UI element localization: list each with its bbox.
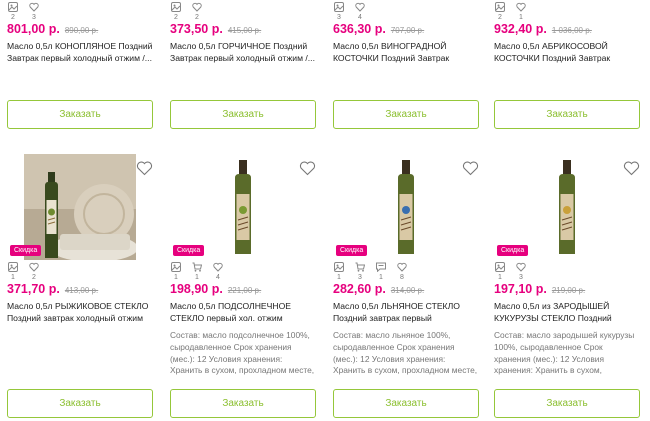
- photo-icon: [495, 2, 505, 12]
- price-block: 198,90 р. 221,00 р.: [170, 282, 316, 300]
- photo-icon: [495, 262, 505, 272]
- favorite-icon[interactable]: [623, 160, 640, 176]
- product-title[interactable]: Масло 0,5л ВИНОГРАДНОЙ КОСТОЧКИ Поздний …: [333, 40, 479, 64]
- product-stats: 3 4: [333, 2, 479, 22]
- product-description: Состав: масло подсолнечное 100%, сыродав…: [170, 330, 315, 376]
- product-image-area[interactable]: Скидка: [333, 152, 479, 262]
- old-price: 415,00 р.: [227, 26, 262, 35]
- heart-icon[interactable]: [397, 262, 407, 272]
- product-title[interactable]: Масло 0,5л ГОРЧИЧНОЕ Поздний Завтрак пер…: [170, 40, 316, 64]
- product-card: Скидка 1 1 4 198,90 р. 221,00 р. Масло 0,…: [170, 152, 316, 418]
- price: 371,70 р.: [7, 282, 60, 296]
- order-button[interactable]: Заказать: [170, 100, 316, 129]
- price: 932,40 р.: [494, 22, 547, 36]
- product-card: Скидка 1 3 197,10 р. 219,00 р. Масло 0,5л…: [494, 152, 640, 418]
- product-description: Состав: масло зародышей кукурузы 100%, с…: [494, 330, 635, 376]
- product-photo[interactable]: [187, 154, 299, 260]
- price: 282,60 р.: [333, 282, 386, 296]
- photo-icon: [334, 2, 344, 12]
- product-card: Скидка 1 2 371,70 р. 413,00 р. Масло 0,5л…: [7, 152, 153, 418]
- heart-icon[interactable]: [29, 2, 39, 12]
- product-title[interactable]: Масло 0,5л из ЗАРОДЫШЕЙ КУКУРУЗЫ СТЕКЛО …: [494, 300, 640, 324]
- discount-badge: Скидка: [10, 245, 42, 256]
- photo-icon: [334, 262, 344, 272]
- heart-icon[interactable]: [355, 2, 365, 12]
- price: 636,30 р.: [333, 22, 386, 36]
- price-block: 197,10 р. 219,00 р.: [494, 282, 640, 300]
- price-block: 801,00 р. 890,00 р.: [7, 22, 153, 40]
- price: 198,90 р.: [170, 282, 223, 296]
- cart-icon: [355, 262, 365, 272]
- product-stats: 1 3 1 8: [333, 262, 479, 282]
- old-price: 221,00 р.: [227, 286, 262, 295]
- product-card: 2 3 801,00 р. 890,00 р. Масло 0,5л КОНОПЛ…: [7, 2, 153, 129]
- product-card: 3 4 636,30 р. 707,00 р. Масло 0,5л ВИНОГР…: [333, 2, 479, 129]
- product-image-area[interactable]: Скидка: [170, 152, 316, 262]
- favorite-icon[interactable]: [462, 160, 479, 176]
- order-button[interactable]: Заказать: [7, 100, 153, 129]
- product-stats: 2 2: [170, 2, 316, 22]
- product-title[interactable]: Масло 0,5л ЛЬНЯНОЕ СТЕКЛО Поздний завтра…: [333, 300, 479, 324]
- photo-icon: [171, 2, 181, 12]
- product-title[interactable]: Масло 0,5л КОНОПЛЯНОЕ Поздний Завтрак пе…: [7, 40, 153, 64]
- photo-icon: [171, 262, 181, 272]
- heart-icon[interactable]: [192, 2, 202, 12]
- price-block: 636,30 р. 707,00 р.: [333, 22, 479, 40]
- product-title[interactable]: Масло 0,5л ПОДСОЛНЕЧНОЕ СТЕКЛО первый хо…: [170, 300, 316, 324]
- old-price: 1 036,00 р.: [551, 26, 592, 35]
- product-description: Состав: масло льняное 100%, сыродавленно…: [333, 330, 478, 376]
- product-image-area[interactable]: Скидка: [494, 152, 640, 262]
- product-stats: 1 1 4: [170, 262, 316, 282]
- old-price: 413,00 р.: [64, 286, 99, 295]
- product-image-area[interactable]: Скидка: [7, 152, 153, 262]
- photo-icon: [8, 2, 18, 12]
- old-price: 219,00 р.: [551, 286, 586, 295]
- order-button[interactable]: Заказать: [494, 389, 640, 418]
- product-card: Скидка 1 3 1 8 282,60 р. 314,00 р. Масло …: [333, 152, 479, 418]
- price-block: 373,50 р. 415,00 р.: [170, 22, 316, 40]
- price: 197,10 р.: [494, 282, 547, 296]
- product-title[interactable]: Масло 0,5л АБРИКОСОВОЙ КОСТОЧКИ Поздний …: [494, 40, 640, 64]
- favorite-icon[interactable]: [136, 160, 153, 176]
- heart-icon[interactable]: [213, 262, 223, 272]
- photo-icon: [8, 262, 18, 272]
- order-button[interactable]: Заказать: [170, 389, 316, 418]
- price-block: 371,70 р. 413,00 р.: [7, 282, 153, 300]
- heart-icon[interactable]: [516, 2, 526, 12]
- product-title[interactable]: Масло 0,5л РЫЖИКОВОЕ СТЕКЛО Поздний завт…: [7, 300, 153, 324]
- price-block: 932,40 р. 1 036,00 р.: [494, 22, 640, 40]
- discount-badge: Скидка: [336, 245, 368, 256]
- product-photo[interactable]: [511, 154, 623, 260]
- old-price: 707,00 р.: [390, 26, 425, 35]
- price: 373,50 р.: [170, 22, 223, 36]
- order-button[interactable]: Заказать: [333, 389, 479, 418]
- comment-icon: [376, 262, 386, 272]
- product-stats: 1 3: [494, 262, 640, 282]
- old-price: 314,00 р.: [390, 286, 425, 295]
- product-stats: 2 3: [7, 2, 153, 22]
- cart-icon: [192, 262, 202, 272]
- product-stats: 2 1: [494, 2, 640, 22]
- product-card: 2 2 373,50 р. 415,00 р. Масло 0,5л ГОРЧИЧ…: [170, 2, 316, 129]
- order-button[interactable]: Заказать: [494, 100, 640, 129]
- order-button[interactable]: Заказать: [7, 389, 153, 418]
- heart-icon[interactable]: [516, 262, 526, 272]
- old-price: 890,00 р.: [64, 26, 99, 35]
- order-button[interactable]: Заказать: [333, 100, 479, 129]
- product-photo[interactable]: [24, 154, 136, 260]
- product-card: 2 1 932,40 р. 1 036,00 р. Масло 0,5л АБРИ…: [494, 2, 640, 129]
- price: 801,00 р.: [7, 22, 60, 36]
- favorite-icon[interactable]: [299, 160, 316, 176]
- discount-badge: Скидка: [173, 245, 205, 256]
- price-block: 282,60 р. 314,00 р.: [333, 282, 479, 300]
- heart-icon[interactable]: [29, 262, 39, 272]
- product-photo[interactable]: [350, 154, 462, 260]
- product-stats: 1 2: [7, 262, 153, 282]
- discount-badge: Скидка: [497, 245, 529, 256]
